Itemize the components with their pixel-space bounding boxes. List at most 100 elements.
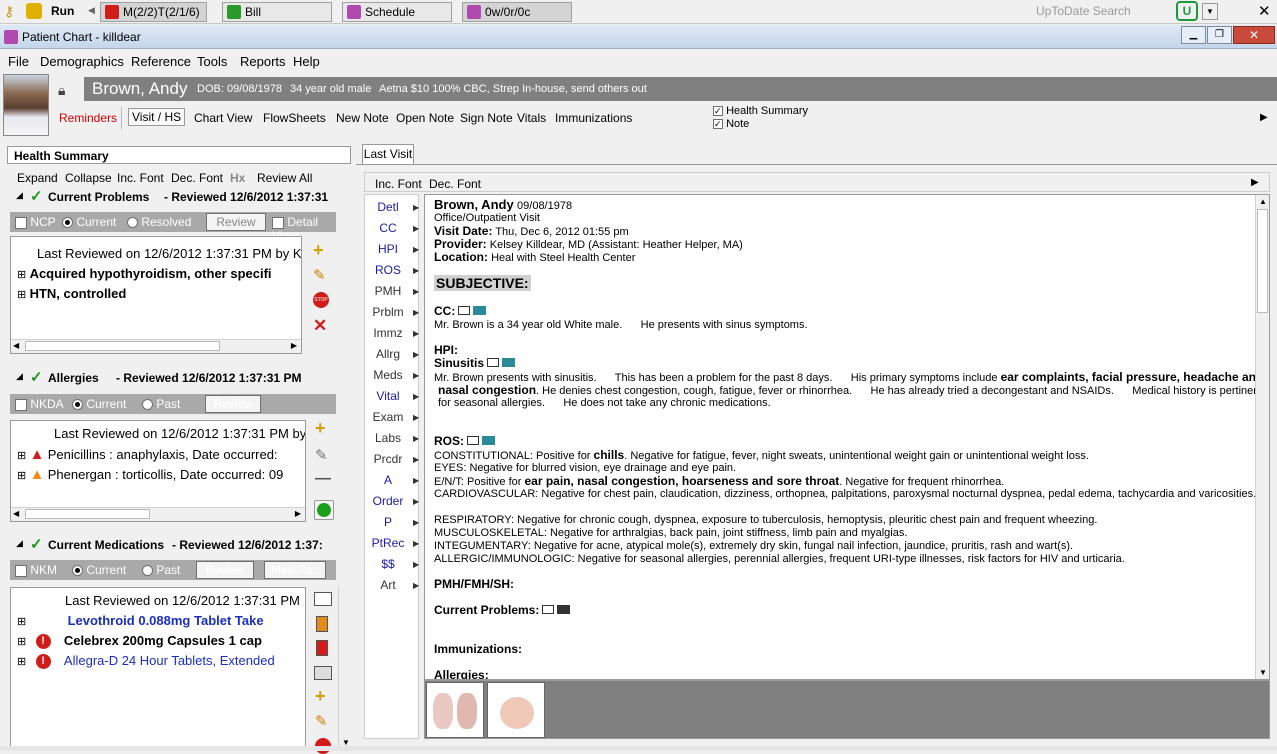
section-nav-item[interactable]: Immz (365, 326, 411, 340)
note-checkbox[interactable]: ✓ Note (713, 118, 749, 130)
uptodate-search-input[interactable]: UpToDate Search (1036, 4, 1131, 18)
video-icon[interactable] (502, 358, 516, 367)
video-icon[interactable] (473, 306, 487, 315)
dropdown-icon[interactable]: ▼ (1202, 3, 1218, 20)
nav-arrow-icon[interactable]: ▶ (413, 392, 419, 401)
delete-x-icon[interactable]: ✕ (313, 316, 329, 335)
section-nav-item[interactable]: Meds (365, 368, 411, 382)
nav-arrow-icon[interactable]: ▶ (413, 224, 419, 233)
card-icon[interactable] (314, 592, 332, 606)
health-summary-checkbox[interactable]: ✓ Health Summary (713, 105, 808, 117)
restore-button[interactable]: ❐ (1207, 26, 1232, 44)
section-nav-item[interactable]: Vital (365, 389, 411, 403)
edit-box-icon[interactable] (458, 306, 471, 315)
list-item[interactable]: ⊞ Levothroid 0.088mg Tablet Take (17, 613, 264, 628)
past-radio[interactable]: Past (142, 563, 180, 577)
uptodate-logo-icon[interactable]: U (1176, 1, 1198, 21)
nav-arrow-icon[interactable]: ▶ (413, 581, 419, 590)
problems-scrollbar-h[interactable]: ◀ ▶ (11, 339, 301, 353)
hx-link[interactable]: Hx (230, 171, 245, 185)
back-arrow-icon[interactable]: ◀ (88, 5, 95, 16)
video-icon[interactable] (557, 605, 571, 614)
medications-header[interactable]: ◢ ✓ Current Medications - Reviewed 12/6/… (16, 536, 351, 553)
nav-arrow-icon[interactable]: ▶ (413, 266, 419, 275)
face-diagram-thumbnail[interactable] (487, 682, 545, 738)
menu-reference[interactable]: Reference (131, 54, 191, 69)
section-nav-item[interactable]: ROS (365, 263, 411, 277)
expand-icon[interactable]: ⊞ (17, 269, 26, 281)
minus-icon[interactable]: — (315, 470, 331, 487)
section-nav-item[interactable]: Labs (365, 431, 411, 445)
section-nav-item[interactable]: Art (365, 578, 411, 592)
section-nav-item[interactable]: Allrg (365, 347, 411, 361)
note-toolbar-arrow-icon[interactable]: ▶ (1251, 177, 1259, 188)
flowsheets-link[interactable]: FlowSheets (263, 111, 326, 125)
run-icon[interactable] (26, 3, 42, 19)
menu-file[interactable]: File (8, 54, 29, 69)
anatomy-thumbnail[interactable] (426, 682, 484, 738)
patient-photo[interactable] (3, 74, 49, 136)
expand-icon[interactable]: ⊞ (17, 450, 26, 462)
allergies-scrollbar-h[interactable]: ◀ ▶ (11, 507, 305, 521)
nav-arrow-icon[interactable]: ▶ (413, 350, 419, 359)
edit-pencil-icon[interactable]: ✎ (313, 266, 329, 284)
past-radio[interactable]: Past (142, 397, 180, 411)
discontinue-icon[interactable] (316, 640, 328, 656)
note-inc-font-link[interactable]: Inc. Font (375, 177, 422, 191)
menu-tools[interactable]: Tools (197, 54, 227, 69)
list-item[interactable]: ⊞ Acquired hypothyroidism, other specifi (17, 266, 272, 281)
last-visit-tab[interactable]: Last Visit (362, 144, 414, 164)
section-nav-item[interactable]: HPI (365, 242, 411, 256)
add-icon[interactable]: + (315, 687, 331, 705)
bill-tab[interactable]: Bill (222, 2, 332, 22)
collapse-triangle-icon[interactable]: ◢ (16, 538, 23, 549)
collapse-triangle-icon[interactable]: ◢ (16, 190, 23, 201)
dec-font-link[interactable]: Dec. Font (171, 171, 223, 185)
current-radio[interactable]: Current (72, 397, 126, 411)
nav-arrow-icon[interactable]: ▶ (413, 455, 419, 464)
nav-arrow-icon[interactable]: ▶ (413, 476, 419, 485)
note-scrollbar[interactable]: ▲ ▼ (1255, 195, 1269, 679)
nav-arrow-icon[interactable]: ▶ (413, 371, 419, 380)
visit-hs-link[interactable]: Visit / HS (128, 108, 186, 126)
collapse-link[interactable]: Collapse (65, 171, 112, 185)
nav-arrow-icon[interactable]: ▶ (413, 539, 419, 548)
list-item[interactable]: ⊞ ▲ Phenergan : torticollis, Date occurr… (17, 466, 283, 483)
section-nav-item[interactable]: $$ (365, 557, 411, 571)
nav-arrow-icon[interactable]: ▶ (413, 413, 419, 422)
print-icon[interactable] (314, 666, 332, 680)
current-radio[interactable]: Current (72, 563, 126, 577)
expand-icon[interactable]: ⊞ (17, 470, 26, 482)
expand-icon[interactable]: ⊞ (17, 616, 26, 628)
nav-arrow-icon[interactable]: ▶ (413, 434, 419, 443)
med-rec-button[interactable]: Med Rec (264, 561, 326, 579)
nav-arrow-icon[interactable]: ▶ (413, 497, 419, 506)
edit-box-icon[interactable] (467, 436, 480, 445)
inc-font-link[interactable]: Inc. Font (117, 171, 164, 185)
nav-arrow-icon[interactable]: ▶ (413, 560, 419, 569)
list-item[interactable]: ⊞ ! Celebrex 200mg Capsules 1 cap (17, 633, 262, 650)
list-item[interactable]: ⊞ ! Allegra-D 24 Hour Tablets, Extended (17, 653, 275, 670)
edit-pencil-icon[interactable]: ✎ (315, 446, 331, 464)
section-nav-item[interactable]: PMH (365, 284, 411, 298)
nav-arrow-icon[interactable]: ▶ (413, 329, 419, 338)
nav-arrow-icon[interactable]: ▶ (413, 308, 419, 317)
pill-bottle-icon[interactable] (316, 616, 328, 632)
expand-icon[interactable]: ⊞ (17, 289, 26, 301)
add-icon[interactable]: + (315, 419, 331, 437)
section-nav-item[interactable]: Exam (365, 410, 411, 424)
lock-icon[interactable]: 🔒︎ (58, 82, 72, 98)
edit-box-icon[interactable] (487, 358, 500, 367)
collapse-triangle-icon[interactable]: ◢ (16, 371, 23, 382)
new-note-link[interactable]: New Note (336, 111, 389, 125)
list-item[interactable]: ⊞ HTN, controlled (17, 286, 126, 301)
close-button[interactable]: ✕ (1233, 26, 1275, 44)
tasks-tab[interactable]: 0w/0r/0c (462, 2, 572, 22)
note-dec-font-link[interactable]: Dec. Font (429, 177, 481, 191)
resolved-radio[interactable]: Resolved (127, 215, 191, 229)
current-radio[interactable]: Current (62, 215, 116, 229)
vitals-link[interactable]: Vitals (517, 111, 546, 125)
menu-demographics[interactable]: Demographics (40, 54, 124, 69)
minimize-button[interactable]: ▁ (1181, 26, 1206, 44)
allergies-header[interactable]: ◢ ✓ Allergies - Reviewed 12/6/2012 1:37:… (16, 369, 351, 386)
